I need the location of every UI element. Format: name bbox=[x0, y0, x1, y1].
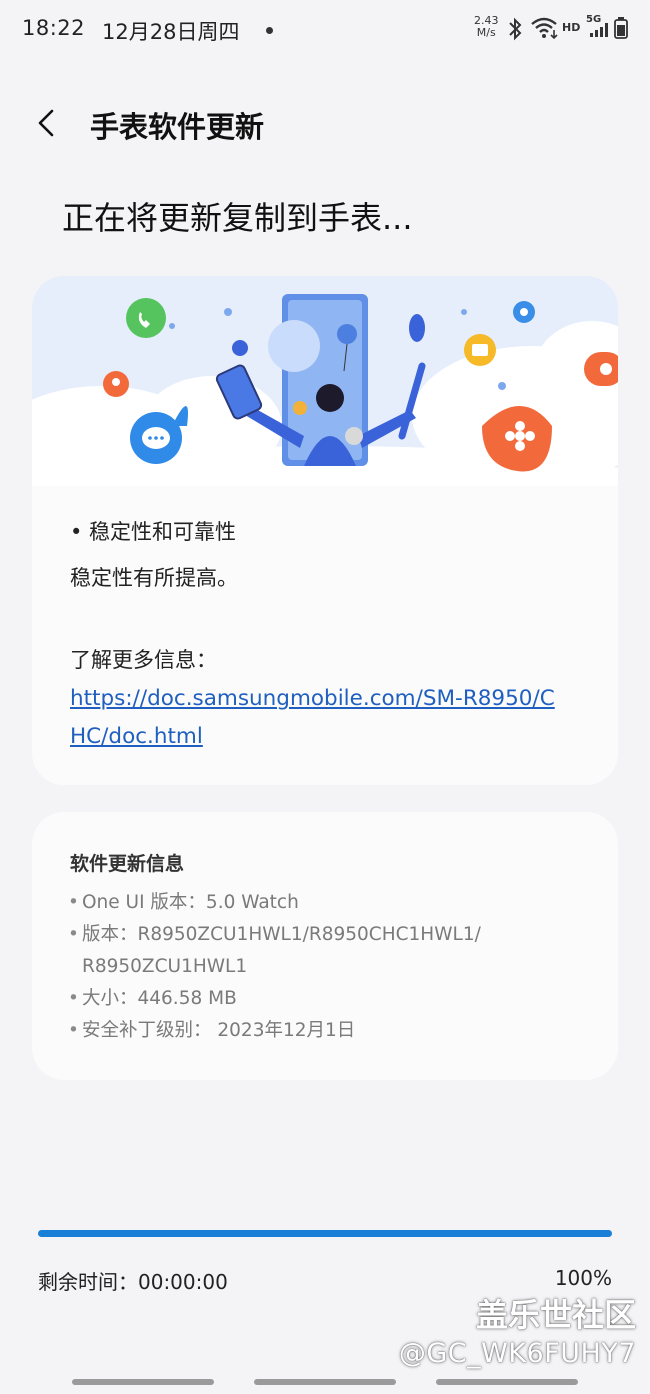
bluetooth-icon bbox=[509, 17, 522, 41]
network-speed-unit: M/s bbox=[476, 26, 496, 39]
back-button[interactable] bbox=[30, 103, 70, 143]
hd-label: HD bbox=[562, 21, 581, 34]
chevron-left-icon bbox=[38, 109, 54, 137]
info-item-size: 大小：446.58 MB bbox=[68, 983, 588, 1015]
update-status-heading: 正在将更新复制到手表... bbox=[62, 199, 413, 237]
progress-bar-fill bbox=[38, 1230, 612, 1237]
status-time: 18:22 bbox=[22, 16, 86, 40]
more-info-link[interactable]: https://doc.samsungmobile.com/SM-R8950/C… bbox=[70, 680, 570, 756]
battery-icon bbox=[614, 17, 628, 39]
more-info-label: 了解更多信息： bbox=[70, 648, 217, 672]
status-bar: 18:22 12月28日周四 2.43 M/s HD 5G bbox=[0, 0, 650, 62]
nav-recents-button[interactable] bbox=[72, 1379, 214, 1385]
status-date: 12月28日周四 bbox=[102, 20, 240, 44]
watermark-community-name: 盖乐世社区 bbox=[475, 1296, 636, 1334]
nav-back-button[interactable] bbox=[436, 1379, 578, 1385]
notification-dot-icon bbox=[266, 27, 273, 34]
page-title: 手表软件更新 bbox=[90, 110, 265, 144]
software-info-title: 软件更新信息 bbox=[70, 853, 185, 875]
info-item-build-version: 版本：R8950ZCU1HWL1/R8950CHC1HWL1/ R8950ZCU… bbox=[68, 919, 588, 983]
wifi-icon bbox=[531, 17, 558, 40]
update-banner-illustration bbox=[32, 276, 618, 526]
info-item-oneui-version: One UI 版本：5.0 Watch bbox=[68, 887, 588, 919]
release-note-text: 稳定性有所提高。 bbox=[70, 566, 238, 590]
software-info-card: 软件更新信息 One UI 版本：5.0 Watch 版本：R8950ZCU1H… bbox=[32, 812, 618, 1080]
banner-illustration-image bbox=[32, 276, 618, 526]
info-item-security-patch: 安全补丁级别： 2023年12月1日 bbox=[68, 1015, 588, 1047]
release-notes-card: • 稳定性和可靠性 稳定性有所提高。 了解更多信息： https://doc.s… bbox=[32, 276, 618, 785]
remaining-time-label: 剩余时间：00:00:00 bbox=[38, 1270, 228, 1294]
release-note-bullet: • 稳定性和可靠性 bbox=[70, 520, 237, 544]
progress-bar bbox=[38, 1230, 612, 1237]
software-info-list: One UI 版本：5.0 Watch 版本：R8950ZCU1HWL1/R89… bbox=[68, 887, 588, 1047]
watermark-user-handle: @GC_WK6FUHY7 bbox=[398, 1338, 636, 1369]
nav-home-button[interactable] bbox=[254, 1379, 396, 1385]
progress-percent-label: 100% bbox=[554, 1266, 612, 1290]
cellular-signal-icon: 5G bbox=[586, 14, 612, 40]
network-speed: 2.43 M/s bbox=[474, 15, 499, 39]
